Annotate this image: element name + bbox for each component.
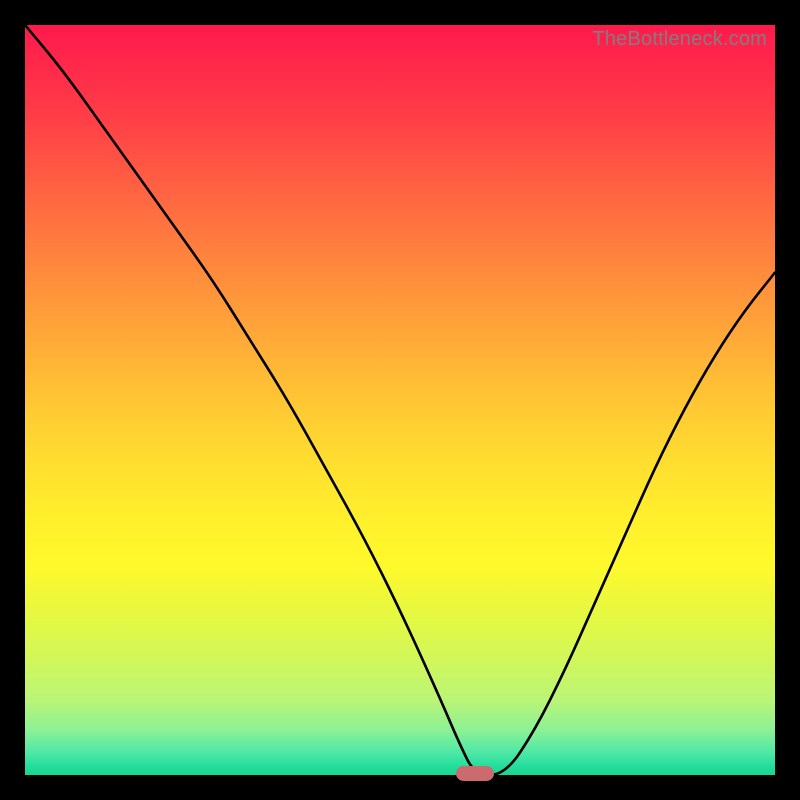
chart-frame: TheBottleneck.com — [0, 0, 800, 800]
watermark-text: TheBottleneck.com — [592, 28, 767, 51]
optimal-marker — [456, 766, 494, 781]
plot-area: TheBottleneck.com — [25, 25, 775, 775]
bottleneck-curve — [25, 25, 775, 775]
